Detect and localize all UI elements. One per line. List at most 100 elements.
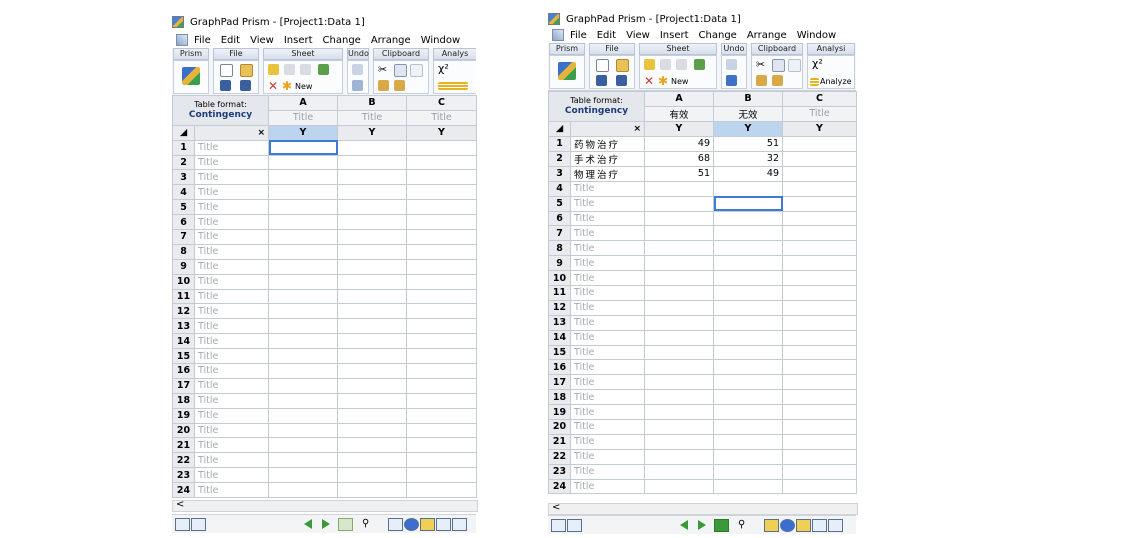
- row-title-cell[interactable]: Title: [570, 180, 645, 197]
- data-cell-a[interactable]: [644, 299, 714, 316]
- save-icon[interactable]: [596, 75, 607, 86]
- data-cell-b[interactable]: [337, 243, 407, 260]
- row-number[interactable]: 12: [548, 299, 571, 316]
- data-cell-c[interactable]: [406, 482, 477, 499]
- new-sheet-label[interactable]: New: [671, 77, 688, 86]
- column-title-a[interactable]: Title: [268, 109, 338, 126]
- column-title-b[interactable]: Title: [337, 109, 407, 126]
- data-cell-c[interactable]: [406, 422, 477, 439]
- row-number[interactable]: 13: [172, 318, 195, 335]
- data-cell-b[interactable]: [713, 225, 783, 242]
- column-header-b[interactable]: B: [337, 95, 407, 111]
- row-title-cell[interactable]: Title: [570, 329, 645, 346]
- data-cell-b[interactable]: [713, 285, 783, 301]
- data-cell-c[interactable]: [782, 329, 857, 346]
- data-cell-c[interactable]: [406, 229, 477, 245]
- data-cell-a[interactable]: [644, 374, 714, 391]
- paste-icon[interactable]: [772, 75, 783, 86]
- data-cell-c[interactable]: [782, 210, 857, 227]
- horizontal-scrollbar[interactable]: <: [548, 502, 858, 515]
- data-cell-a[interactable]: [268, 437, 338, 454]
- row-number[interactable]: 18: [548, 389, 571, 406]
- data-cell-a[interactable]: [268, 184, 338, 201]
- row-title-cell[interactable]: Title: [194, 422, 269, 439]
- data-cell-a[interactable]: [268, 422, 338, 439]
- column-header-a[interactable]: A: [268, 95, 338, 111]
- data-cell-c[interactable]: [406, 348, 477, 365]
- scroll-left-arrow[interactable]: <: [552, 502, 560, 513]
- save-icon[interactable]: [220, 80, 231, 91]
- column-y-a[interactable]: Y: [644, 120, 714, 137]
- row-title-cell[interactable]: Title: [194, 243, 269, 260]
- analyze-icon[interactable]: [438, 82, 468, 90]
- data-cell-a[interactable]: [268, 452, 338, 469]
- row-title-cell[interactable]: Title: [194, 482, 269, 499]
- row-title-cell[interactable]: Title: [194, 348, 269, 365]
- row-title-cell[interactable]: Title: [194, 452, 269, 469]
- data-cell-b[interactable]: 49: [713, 165, 783, 182]
- row-title-cell[interactable]: Title: [570, 285, 645, 301]
- row-number[interactable]: 16: [548, 359, 571, 376]
- data-cell-b[interactable]: [713, 404, 783, 421]
- grid-view-icon[interactable]: [191, 518, 206, 531]
- data-cell-a[interactable]: [644, 448, 714, 465]
- row-title-cell[interactable]: Title: [194, 258, 269, 275]
- data-cell-c[interactable]: [782, 225, 857, 242]
- row-title-cell[interactable]: Title: [194, 467, 269, 484]
- data-cell-b[interactable]: [713, 210, 783, 227]
- data-cell-c[interactable]: [406, 258, 477, 275]
- data-cell-b[interactable]: [337, 318, 407, 335]
- row-number[interactable]: 17: [172, 377, 195, 394]
- row-title-cell[interactable]: Title: [194, 318, 269, 335]
- paste-icon[interactable]: [378, 80, 389, 91]
- row-title-cell[interactable]: Title: [194, 437, 269, 454]
- graph-icon[interactable]: [436, 518, 451, 531]
- data-cell-a[interactable]: [268, 258, 338, 275]
- row-title-cell[interactable]: Title: [194, 288, 269, 305]
- column-y-c[interactable]: Y: [782, 120, 857, 137]
- sheet-view-icon[interactable]: [551, 519, 566, 532]
- row-number[interactable]: 9: [172, 258, 195, 275]
- data-cell-c[interactable]: [782, 448, 857, 465]
- row-title-cell[interactable]: Title: [570, 374, 645, 391]
- data-cell-c[interactable]: [406, 169, 477, 186]
- sheet-tool-icon[interactable]: [284, 64, 295, 75]
- row-title-cell[interactable]: 手术治疗: [570, 150, 645, 167]
- data-cell-a[interactable]: [644, 255, 714, 272]
- row-title-cell[interactable]: Title: [570, 344, 645, 361]
- table-format-cell[interactable]: Table format: Contingency: [172, 95, 269, 126]
- data-cell-b[interactable]: [337, 184, 407, 201]
- data-cell-a[interactable]: [268, 392, 338, 409]
- row-title-cell[interactable]: Title: [570, 210, 645, 227]
- row-title-cell[interactable]: Title: [194, 363, 269, 379]
- row-title-cell[interactable]: Title: [194, 199, 269, 216]
- horizontal-scrollbar[interactable]: <: [172, 499, 478, 512]
- navigate-icon[interactable]: [714, 519, 729, 532]
- data-cell-a[interactable]: [644, 225, 714, 242]
- data-cell-b[interactable]: [713, 195, 783, 212]
- data-cell-a[interactable]: [268, 407, 338, 424]
- row-number[interactable]: 14: [548, 329, 571, 346]
- row-title-cell[interactable]: Title: [570, 255, 645, 272]
- data-cell-b[interactable]: [713, 329, 783, 346]
- data-cell-b[interactable]: [713, 344, 783, 361]
- data-cell-b[interactable]: [713, 374, 783, 391]
- data-cell-a[interactable]: [268, 482, 338, 499]
- data-cell-c[interactable]: [406, 273, 477, 290]
- data-cell-c[interactable]: [782, 255, 857, 272]
- data-cell-c[interactable]: [406, 452, 477, 469]
- menu-change[interactable]: Change: [699, 30, 737, 41]
- data-cell-a[interactable]: [644, 314, 714, 331]
- data-cell-c[interactable]: [406, 467, 477, 484]
- data-cell-b[interactable]: [337, 288, 407, 305]
- row-number[interactable]: 8: [172, 243, 195, 260]
- data-cell-a[interactable]: [644, 433, 714, 450]
- sheet-tool-icon[interactable]: [300, 64, 311, 75]
- row-number[interactable]: 11: [548, 285, 571, 301]
- data-cell-c[interactable]: [406, 377, 477, 394]
- data-cell-c[interactable]: [782, 299, 857, 316]
- column-y-c[interactable]: Y: [406, 124, 477, 141]
- row-number[interactable]: 13: [548, 314, 571, 331]
- info-icon[interactable]: [404, 518, 419, 531]
- menu-insert[interactable]: Insert: [660, 30, 689, 41]
